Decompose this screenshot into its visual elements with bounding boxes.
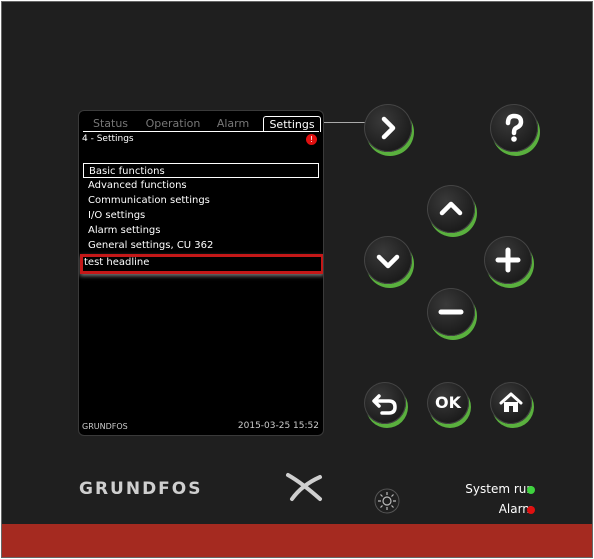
menu-item-general-settings[interactable]: General settings, CU 362 <box>83 238 319 253</box>
footer-datetime: 2015-03-25 15:52 <box>237 421 319 431</box>
menu-item-advanced-functions[interactable]: Advanced functions <box>83 178 319 193</box>
question-icon <box>505 113 524 142</box>
settings-menu: Basic functions Advanced functions Commu… <box>83 163 319 253</box>
tab-divider <box>83 131 319 132</box>
controller-panel: Status Operation Alarm Settings 4 - Sett… <box>1 1 593 558</box>
help-button[interactable] <box>490 104 538 152</box>
minus-button[interactable] <box>427 288 475 336</box>
alarm-led <box>527 506 535 514</box>
tab-operation[interactable]: Operation <box>138 116 208 132</box>
grundfos-logo: GRUNDFOS <box>79 479 203 499</box>
menu-item-io-settings[interactable]: I/O settings <box>83 208 319 223</box>
system-run-led <box>527 486 535 494</box>
tab-status[interactable]: Status <box>83 116 138 132</box>
connector-line <box>324 122 368 123</box>
chevron-up-icon <box>439 201 463 216</box>
plus-button[interactable] <box>484 236 532 284</box>
alarm-badge-icon: ! <box>306 134 317 145</box>
footer-brand: GRUNDFOS <box>82 422 128 431</box>
breadcrumb: 4 - Settings <box>82 134 134 144</box>
grundfos-logo-mark <box>286 473 322 501</box>
menu-item-alarm-settings[interactable]: Alarm settings <box>83 223 319 238</box>
right-button[interactable] <box>364 104 412 152</box>
chevron-right-icon <box>381 116 396 140</box>
headline-field[interactable]: test headline <box>80 254 323 274</box>
brightness-icon <box>374 488 400 514</box>
home-button[interactable] <box>490 382 532 424</box>
ok-button[interactable]: OK <box>427 382 469 424</box>
menu-item-communication-settings[interactable]: Communication settings <box>83 193 319 208</box>
home-icon <box>499 392 523 412</box>
chevron-down-icon <box>376 254 400 269</box>
ok-label: OK <box>435 393 461 412</box>
tab-alarm[interactable]: Alarm <box>208 116 258 132</box>
menu-item-basic-functions[interactable]: Basic functions <box>83 163 319 178</box>
plus-icon <box>495 247 521 273</box>
tab-settings[interactable]: Settings <box>263 116 321 132</box>
bottom-brand-bar <box>2 524 592 557</box>
back-icon <box>372 394 397 415</box>
minus-icon <box>438 309 464 315</box>
up-button[interactable] <box>427 185 475 233</box>
back-button[interactable] <box>364 382 406 424</box>
system-run-label: System run <box>465 482 534 496</box>
display-screen: Status Operation Alarm Settings 4 - Sett… <box>78 110 324 436</box>
down-button[interactable] <box>364 236 412 284</box>
tab-bar: Status Operation Alarm Settings <box>83 116 321 132</box>
